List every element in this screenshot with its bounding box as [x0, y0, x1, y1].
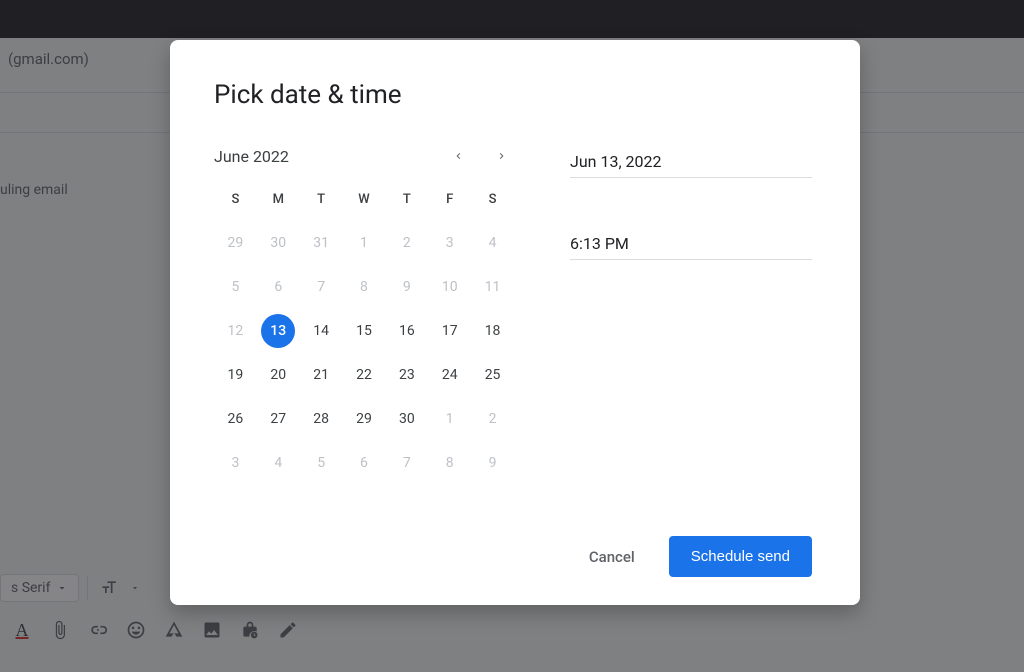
- calendar-day: 4: [471, 221, 514, 265]
- calendar-dow: S: [214, 184, 257, 221]
- calendar-dow: M: [257, 184, 300, 221]
- calendar-day[interactable]: 24: [428, 353, 471, 397]
- calendar-day: 2: [385, 221, 428, 265]
- calendar-day: 8: [343, 265, 386, 309]
- calendar-day[interactable]: 22: [343, 353, 386, 397]
- calendar-day[interactable]: 21: [300, 353, 343, 397]
- calendar-day: 1: [343, 221, 386, 265]
- calendar-day: 31: [300, 221, 343, 265]
- calendar-day: 30: [257, 221, 300, 265]
- calendar-day[interactable]: 17: [428, 309, 471, 353]
- calendar-day[interactable]: 27: [257, 397, 300, 441]
- calendar-day: 1: [428, 397, 471, 441]
- calendar-day[interactable]: 18: [471, 309, 514, 353]
- calendar-dow: T: [385, 184, 428, 221]
- calendar-day: 5: [300, 441, 343, 485]
- time-input[interactable]: [570, 230, 812, 260]
- calendar-day: 3: [428, 221, 471, 265]
- calendar-day: 3: [214, 441, 257, 485]
- calendar-day: 4: [257, 441, 300, 485]
- calendar-day[interactable]: 30: [385, 397, 428, 441]
- calendar-day[interactable]: 19: [214, 353, 257, 397]
- schedule-send-button[interactable]: Schedule send: [669, 536, 812, 577]
- calendar-day: 12: [214, 309, 257, 353]
- calendar-day[interactable]: 25: [471, 353, 514, 397]
- calendar-day: 2: [471, 397, 514, 441]
- datetime-fields: [570, 146, 812, 526]
- next-month-button[interactable]: [492, 146, 512, 166]
- calendar-day[interactable]: 26: [214, 397, 257, 441]
- dialog-title: Pick date & time: [214, 80, 812, 110]
- calendar: June 2022 SMTWTFS29303112345678910111213…: [214, 146, 514, 526]
- prev-month-button[interactable]: [448, 146, 468, 166]
- calendar-day[interactable]: 20: [257, 353, 300, 397]
- calendar-day[interactable]: 29: [343, 397, 386, 441]
- calendar-day: 8: [428, 441, 471, 485]
- calendar-day[interactable]: 23: [385, 353, 428, 397]
- calendar-day: 10: [428, 265, 471, 309]
- calendar-day: 6: [257, 265, 300, 309]
- calendar-day: 7: [300, 265, 343, 309]
- calendar-month-label: June 2022: [214, 147, 448, 166]
- calendar-day: 5: [214, 265, 257, 309]
- calendar-day: 9: [471, 441, 514, 485]
- calendar-day: 9: [385, 265, 428, 309]
- calendar-grid: SMTWTFS293031123456789101112131415161718…: [214, 184, 514, 485]
- calendar-day: 11: [471, 265, 514, 309]
- calendar-day[interactable]: 13: [257, 309, 300, 353]
- calendar-day: 29: [214, 221, 257, 265]
- chevron-left-icon: [452, 150, 464, 162]
- calendar-day: 6: [343, 441, 386, 485]
- cancel-button[interactable]: Cancel: [579, 540, 645, 574]
- calendar-day[interactable]: 15: [343, 309, 386, 353]
- date-input[interactable]: [570, 148, 812, 178]
- calendar-day[interactable]: 16: [385, 309, 428, 353]
- schedule-send-dialog: Pick date & time June 2022 SMTWTFS293031…: [170, 40, 860, 605]
- calendar-day: 7: [385, 441, 428, 485]
- calendar-dow: T: [300, 184, 343, 221]
- calendar-dow: S: [471, 184, 514, 221]
- calendar-dow: F: [428, 184, 471, 221]
- calendar-day[interactable]: 28: [300, 397, 343, 441]
- calendar-dow: W: [343, 184, 386, 221]
- calendar-day[interactable]: 14: [300, 309, 343, 353]
- chevron-right-icon: [496, 150, 508, 162]
